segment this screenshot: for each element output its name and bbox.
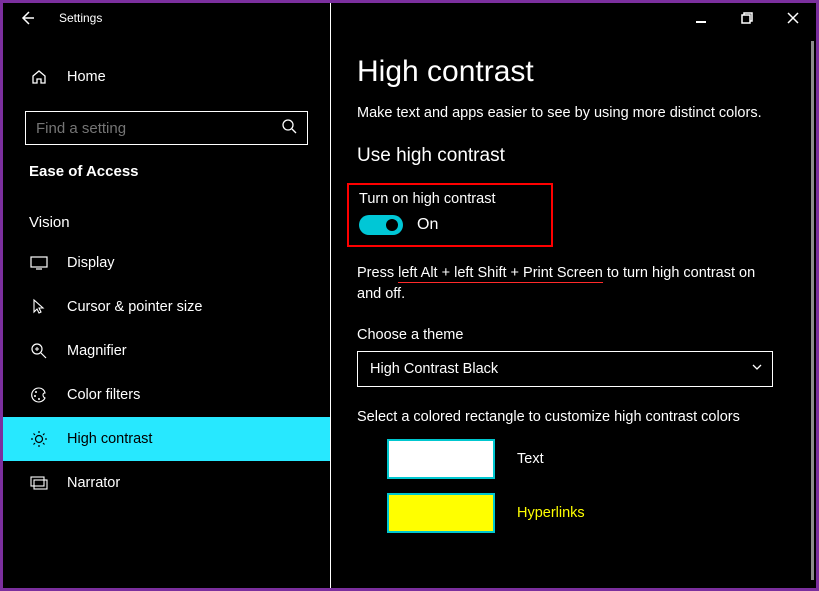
close-button[interactable] bbox=[770, 3, 816, 33]
sidebar-item-label: Cursor & pointer size bbox=[67, 299, 202, 315]
group-title-vision: Vision bbox=[3, 186, 330, 241]
window-controls bbox=[678, 3, 816, 33]
search-box[interactable] bbox=[25, 111, 308, 145]
search-icon bbox=[281, 118, 297, 139]
swatch-instruction: Select a colored rectangle to customize … bbox=[357, 409, 782, 425]
high-contrast-toggle[interactable] bbox=[359, 215, 403, 235]
sidebar-item-label: High contrast bbox=[67, 431, 152, 447]
toggle-state-text: On bbox=[417, 216, 438, 234]
sidebar-item-display[interactable]: Display bbox=[3, 241, 330, 285]
swatch-hyperlinks[interactable] bbox=[387, 493, 495, 533]
sidebar-item-label: Narrator bbox=[67, 475, 120, 491]
sidebar: Home Ease of Access Vision Display bbox=[3, 3, 331, 588]
hotkey-text: Press left Alt + left Shift + Print Scre… bbox=[357, 263, 777, 305]
annotation-highlight: Turn on high contrast On bbox=[347, 183, 553, 247]
theme-label: Choose a theme bbox=[357, 327, 782, 343]
content-pane: High contrast Make text and apps easier … bbox=[331, 3, 816, 588]
toggle-label: Turn on high contrast bbox=[359, 191, 495, 207]
sidebar-item-high-contrast[interactable]: High contrast bbox=[3, 417, 330, 461]
palette-icon bbox=[29, 386, 49, 404]
sidebar-item-magnifier[interactable]: Magnifier bbox=[3, 329, 330, 373]
page-title: High contrast bbox=[357, 55, 782, 89]
sidebar-item-narrator[interactable]: Narrator bbox=[3, 461, 330, 505]
outer-frame: Settings Home bbox=[0, 0, 819, 591]
magnifier-icon bbox=[29, 342, 49, 360]
scrollbar[interactable] bbox=[811, 41, 814, 580]
sidebar-item-label: Display bbox=[67, 255, 115, 271]
swatch-text[interactable] bbox=[387, 439, 495, 479]
sidebar-item-cursor[interactable]: Cursor & pointer size bbox=[3, 285, 330, 329]
sidebar-item-label: Magnifier bbox=[67, 343, 127, 359]
restore-button[interactable] bbox=[724, 3, 770, 33]
section-use-high-contrast: Use high contrast bbox=[357, 145, 782, 167]
cursor-icon bbox=[29, 298, 49, 316]
theme-combobox[interactable]: High Contrast Black bbox=[357, 351, 773, 387]
window-title: Settings bbox=[59, 11, 102, 25]
hotkey-keys: left Alt + left Shift + Print Screen bbox=[398, 265, 603, 283]
titlebar: Settings bbox=[3, 3, 816, 33]
nav-home-label: Home bbox=[67, 69, 106, 85]
toggle-knob bbox=[386, 219, 398, 231]
display-icon bbox=[29, 256, 49, 270]
hotkey-prefix: Press bbox=[357, 265, 398, 281]
section-title: Ease of Access bbox=[3, 163, 330, 186]
back-icon[interactable] bbox=[17, 8, 37, 28]
home-icon bbox=[29, 68, 49, 86]
nav-home[interactable]: Home bbox=[3, 55, 330, 99]
sidebar-item-label: Color filters bbox=[67, 387, 140, 403]
search-input[interactable] bbox=[36, 120, 281, 137]
brightness-icon bbox=[29, 430, 49, 448]
theme-value: High Contrast Black bbox=[370, 361, 498, 377]
swatch-hyperlinks-label: Hyperlinks bbox=[517, 505, 585, 521]
swatch-text-label: Text bbox=[517, 451, 544, 467]
narrator-icon bbox=[29, 476, 49, 490]
settings-window: Settings Home bbox=[3, 3, 816, 588]
chevron-down-icon bbox=[750, 360, 764, 378]
sidebar-item-color-filters[interactable]: Color filters bbox=[3, 373, 330, 417]
page-description: Make text and apps easier to see by usin… bbox=[357, 105, 782, 121]
minimize-button[interactable] bbox=[678, 3, 724, 33]
